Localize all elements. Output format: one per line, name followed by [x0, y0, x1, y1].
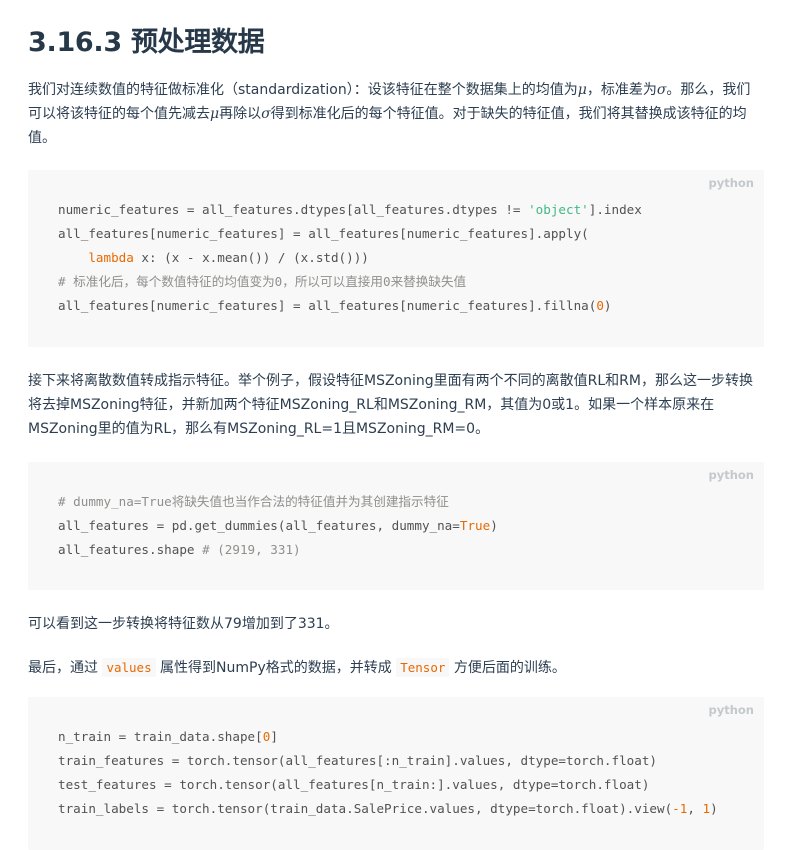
code-keyword: True [459, 518, 491, 533]
code-text: ] [270, 729, 278, 744]
code-text: all_features[numeric_features] = all_fea… [58, 226, 589, 241]
math-mu: μ [577, 82, 587, 98]
text-segment: 属性得到NumPy格式的数据，并转成 [155, 660, 397, 676]
code-content[interactable]: n_train = train_data.shape[0] train_feat… [58, 725, 764, 821]
inline-code-values: values [102, 658, 156, 677]
code-text: ) [603, 298, 612, 313]
code-text: ) [710, 801, 718, 816]
code-keyword: lambda [88, 250, 134, 265]
code-language-label: python [708, 176, 754, 190]
text-segment: 再除以 [219, 106, 262, 122]
code-text: ) [490, 518, 498, 533]
code-comment: # dummy_na=True将缺失值也当作合法的特征值并为其创建指示特征 [58, 494, 449, 509]
code-text: ].index [588, 202, 642, 217]
code-block-standardize[interactable]: python numeric_features = all_features.d… [28, 170, 764, 347]
text-segment: 我们对连续数值的特征做标准化（standardization）：设该特征在整个数… [28, 82, 578, 98]
code-content[interactable]: # dummy_na=True将缺失值也当作合法的特征值并为其创建指示特征 al… [58, 490, 764, 562]
code-text: x: (x - x.mean()) / (x.std())) [133, 250, 369, 265]
code-text: train_labels = torch.tensor(train_data.S… [58, 801, 673, 816]
code-block-tensor[interactable]: python n_train = train_data.shape[0] tra… [28, 697, 764, 850]
code-text: , [687, 801, 703, 816]
paragraph-dummies: 接下来将离散数值转成指示特征。举个例子，假设特征MSZoning里面有两个不同的… [28, 373, 753, 437]
code-block-dummies[interactable]: python # dummy_na=True将缺失值也当作合法的特征值并为其创建… [28, 462, 764, 590]
code-text: test_features = torch.tensor(all_feature… [58, 777, 650, 792]
section-heading: 3.16.3 预处理数据 [28, 27, 265, 58]
code-number: -1 [672, 801, 688, 816]
code-text: train_features = torch.tensor(all_featur… [58, 753, 657, 768]
paragraph-tensor: 最后，通过 values 属性得到NumPy格式的数据，并转成 Tensor 方… [28, 656, 764, 680]
code-number: 0 [596, 298, 604, 313]
math-sigma: σ [656, 82, 667, 98]
paragraph-standardization: 我们对连续数值的特征做标准化（standardization）：设该特征在整个数… [28, 78, 764, 150]
math-mu: μ [210, 106, 220, 122]
code-text: all_features.shape [58, 542, 203, 557]
text-segment: 方便后面的训练。 [449, 660, 566, 676]
code-string: 'object' [528, 202, 589, 217]
code-text: all_features = pd.get_dummies(all_featur… [58, 518, 460, 533]
code-comment: # (2919, 331) [202, 542, 301, 557]
math-sigma: σ [261, 106, 271, 122]
paragraph-feature-count: 可以看到这一步转换将特征数从79增加到了331。 [28, 616, 339, 632]
doc-page: 3.16.3 预处理数据 我们对连续数值的特征做标准化（standardizat… [0, 0, 764, 850]
code-text: numeric_features = all_features.dtypes[a… [58, 202, 529, 217]
code-comment: # 标准化后，每个数值特征的均值变为0，所以可以直接用0来替换缺失值 [58, 274, 467, 289]
code-number: 1 [702, 801, 711, 816]
text-segment: ，标准差为 [586, 82, 657, 98]
inline-code-tensor: Tensor [396, 658, 450, 677]
code-content[interactable]: numeric_features = all_features.dtypes[a… [58, 198, 764, 318]
code-language-label: python [708, 703, 754, 717]
code-language-label: python [708, 468, 754, 482]
text-segment: 最后，通过 [28, 660, 103, 676]
code-text: all_features[numeric_features] = all_fea… [58, 298, 597, 313]
code-text: n_train = train_data.shape[ [58, 729, 263, 744]
